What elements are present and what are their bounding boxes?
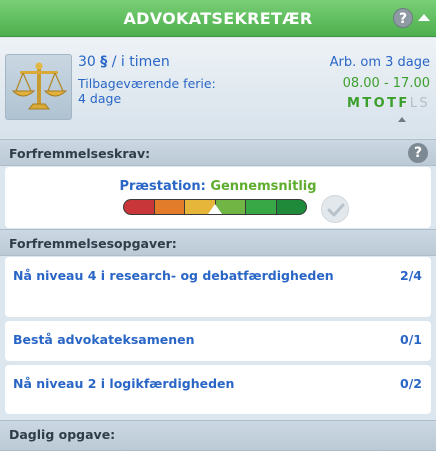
task-label: Nå niveau 2 i logikfærdigheden: [13, 376, 235, 391]
wage-unit: / i timen: [111, 54, 170, 70]
day-monday: M: [347, 96, 363, 111]
wage-text: 30 § / i timen: [78, 54, 170, 70]
current-day-marker: [398, 117, 406, 122]
task-label: Bestå advokateksamenen: [13, 332, 195, 347]
promotion-help-button[interactable]: ?: [408, 143, 428, 163]
scales-of-justice-icon: [5, 54, 72, 120]
chevron-up-icon[interactable]: [418, 14, 430, 21]
day-friday: F: [398, 96, 410, 111]
daily-section-title: Daglig opgave:: [9, 427, 116, 442]
vacation-value: 4 dage: [78, 91, 122, 106]
day-thursday: T: [387, 96, 399, 111]
performance-line: Præstation: Gennemsnitlig: [5, 179, 431, 194]
wage-amount: 30: [78, 54, 96, 70]
meter-segment: [276, 200, 306, 214]
task-progress: 2/4: [400, 268, 422, 283]
career-info: 30 § / i timen Tilbageværende ferie: 4 d…: [0, 38, 436, 138]
work-days: MTOTFLS: [347, 96, 430, 111]
work-countdown: Arb. om 3 dage: [329, 55, 430, 70]
task-label: Nå niveau 4 i research- og debatfærdighe…: [13, 268, 334, 283]
promotion-section-header: Forfremmelseskrav: ?: [0, 139, 436, 166]
promotion-section-title: Forfremmelseskrav:: [9, 146, 151, 161]
meter-segment: [246, 200, 277, 214]
tasks-section-header: Forfremmelsesopgaver:: [0, 229, 436, 256]
task-progress: 0/2: [400, 376, 422, 391]
meter-segment: [124, 200, 155, 214]
tasks-section-title: Forfremmelsesopgaver:: [9, 236, 177, 251]
day-wednesday: O: [373, 96, 388, 111]
performance-label: Præstation:: [119, 179, 206, 194]
daily-section-header: Daglig opgave:: [0, 420, 436, 451]
work-hours: 08.00 - 17.00: [342, 76, 430, 91]
vacation-label: Tilbageværende ferie:: [78, 76, 216, 91]
task-item: Bestå advokateksamenen 0/1: [5, 321, 431, 361]
day-sunday: S: [419, 96, 430, 111]
simoleon-icon: §: [100, 54, 108, 70]
performance-panel: Præstation: Gennemsnitlig: [5, 167, 431, 228]
task-item: Nå niveau 4 i research- og debatfærdighe…: [5, 257, 431, 317]
day-tuesday: T: [362, 96, 374, 111]
help-button[interactable]: ?: [393, 8, 413, 28]
meter-segment: [154, 200, 185, 214]
task-progress: 0/1: [400, 332, 422, 347]
checkmark-icon: [321, 195, 349, 223]
performance-value: Gennemsnitlig: [210, 179, 317, 194]
panel-header: Advokatsekretær ?: [0, 0, 436, 37]
performance-marker: [208, 204, 222, 214]
task-item: Nå niveau 2 i logikfærdigheden 0/2: [5, 365, 431, 414]
day-saturday: L: [409, 96, 420, 111]
career-title: Advokatsekretær: [123, 9, 313, 28]
